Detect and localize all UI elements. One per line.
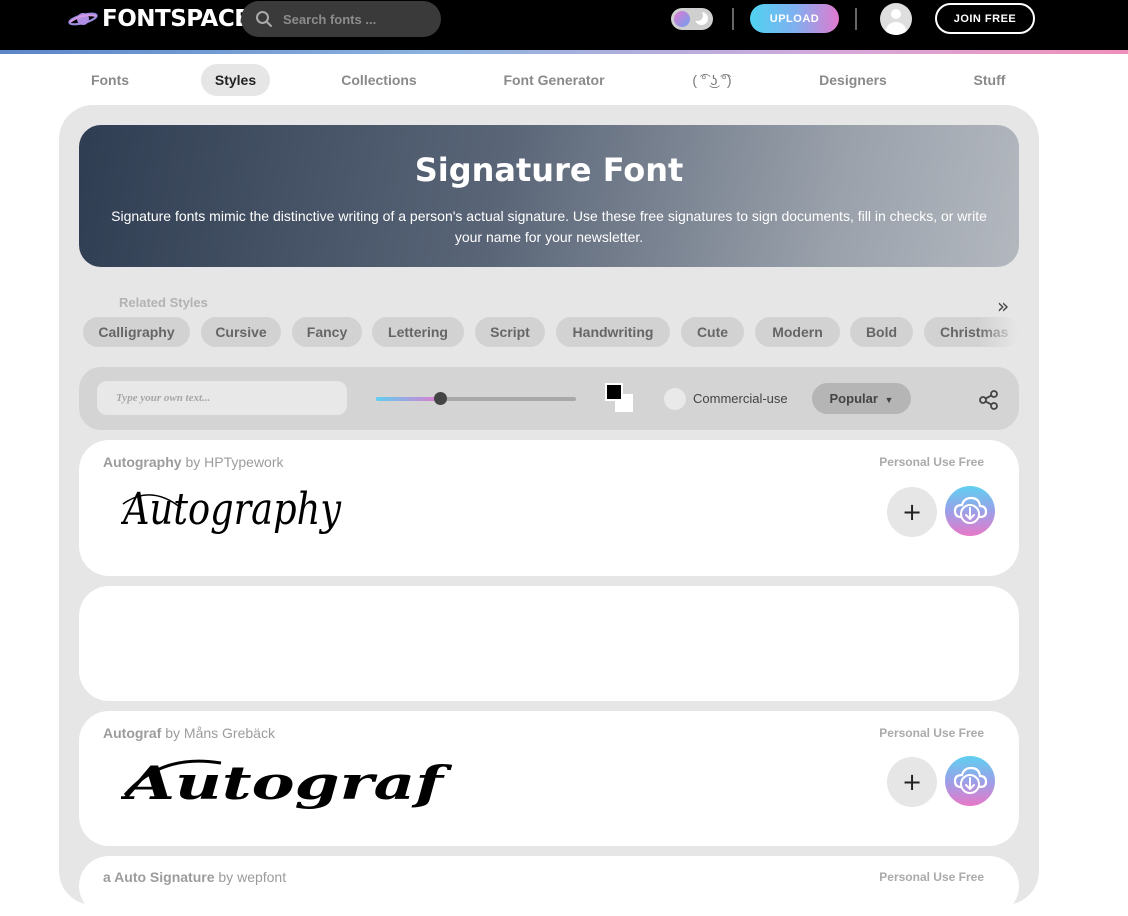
slider-fill bbox=[376, 397, 440, 401]
top-bar: FONTSPACE UPLOAD JOIN FREE bbox=[0, 0, 1128, 50]
header-divider bbox=[855, 8, 857, 30]
style-hero-banner: Signature Font Signature fonts mimic the… bbox=[79, 125, 1019, 267]
fontspace-logo[interactable]: FONTSPACE bbox=[68, 6, 250, 32]
related-chip-modern[interactable]: Modern bbox=[755, 317, 840, 347]
main-nav: Fonts Styles Collections Font Generator … bbox=[0, 64, 1128, 96]
font-card[interactable]: Autography by HPTypework Personal Use Fr… bbox=[79, 440, 1019, 576]
font-name-link[interactable]: Autograf bbox=[103, 725, 161, 741]
font-name-link[interactable]: Autography bbox=[103, 454, 182, 470]
nav-collections[interactable]: Collections bbox=[334, 64, 424, 96]
user-avatar-icon[interactable] bbox=[880, 3, 912, 35]
related-chip-handwriting[interactable]: Handwriting bbox=[556, 317, 670, 347]
header-gradient-strip bbox=[0, 50, 1128, 54]
upload-button[interactable]: UPLOAD bbox=[750, 4, 839, 33]
nav-designers[interactable]: Designers bbox=[810, 64, 896, 96]
share-icon[interactable] bbox=[978, 389, 1000, 411]
font-license: Personal Use Free bbox=[879, 870, 984, 884]
caret-down-icon: ▼ bbox=[884, 395, 894, 405]
chips-fade-overlay bbox=[978, 315, 1019, 349]
related-chip-script[interactable]: Script bbox=[475, 317, 545, 347]
font-card-title: Autograf by Måns Grebäck bbox=[103, 725, 275, 741]
commercial-use-label: Commercial-use bbox=[693, 391, 788, 406]
header-divider bbox=[732, 8, 734, 30]
page-title: Signature Font bbox=[414, 151, 684, 189]
add-to-collection-button[interactable]: + bbox=[887, 487, 937, 537]
dark-mode-toggle[interactable] bbox=[671, 8, 713, 30]
search-icon bbox=[256, 11, 272, 27]
nav-styles[interactable]: Styles bbox=[201, 64, 270, 96]
cloud-download-icon bbox=[953, 766, 988, 794]
join-free-button[interactable]: JOIN FREE bbox=[935, 3, 1035, 34]
related-styles-list: Calligraphy Cursive Fancy Lettering Scri… bbox=[83, 317, 1018, 347]
related-chip-lettering[interactable]: Lettering bbox=[372, 317, 464, 347]
related-chip-cursive[interactable]: Cursive bbox=[201, 317, 281, 347]
font-card-title: Autography by HPTypework bbox=[103, 454, 284, 470]
search-input[interactable] bbox=[283, 11, 423, 27]
font-preview[interactable]: Autograf bbox=[121, 747, 461, 817]
font-author-link[interactable]: HPTypework bbox=[204, 454, 283, 470]
related-chip-bold[interactable]: Bold bbox=[850, 317, 913, 347]
nav-lenny-face[interactable]: ( ͡° ͜ʖ ͡°) bbox=[684, 64, 740, 96]
font-license: Personal Use Free bbox=[879, 726, 984, 740]
related-chip-fancy[interactable]: Fancy bbox=[292, 317, 362, 347]
search-box[interactable] bbox=[241, 1, 441, 37]
empty-card bbox=[79, 586, 1019, 701]
font-author-link[interactable]: Måns Grebäck bbox=[184, 725, 275, 741]
download-button[interactable] bbox=[945, 486, 995, 536]
font-by: by bbox=[165, 725, 181, 741]
font-license: Personal Use Free bbox=[879, 455, 984, 469]
toggle-knob bbox=[674, 11, 690, 27]
cloud-download-icon bbox=[953, 496, 988, 524]
font-preview-text: Autography bbox=[121, 484, 342, 535]
related-styles-title: Related Styles bbox=[119, 295, 208, 310]
slider-handle[interactable] bbox=[434, 392, 447, 405]
font-size-slider[interactable] bbox=[376, 397, 576, 401]
sort-label: Popular bbox=[829, 391, 878, 406]
add-to-collection-button[interactable]: + bbox=[887, 757, 937, 807]
logo-text: FONTSPACE bbox=[102, 6, 250, 32]
font-preview[interactable]: Autography bbox=[121, 474, 361, 546]
preview-text-input[interactable] bbox=[97, 381, 347, 415]
font-card[interactable]: a Auto Signature by wepfont Personal Use… bbox=[79, 856, 1019, 916]
download-button[interactable] bbox=[945, 756, 995, 806]
moon-icon bbox=[692, 10, 708, 25]
style-description: Signature fonts mimic the distinctive wr… bbox=[111, 208, 987, 245]
planet-icon bbox=[68, 12, 98, 26]
nav-fonts[interactable]: Fonts bbox=[80, 64, 140, 96]
sort-dropdown[interactable]: Popular ▼ bbox=[812, 383, 911, 414]
font-card[interactable]: Autograf by Måns Grebäck Personal Use Fr… bbox=[79, 711, 1019, 846]
related-chip-cute[interactable]: Cute bbox=[681, 317, 744, 347]
nav-stuff[interactable]: Stuff bbox=[962, 64, 1017, 96]
text-color-swatch[interactable] bbox=[605, 383, 623, 401]
related-chip-calligraphy[interactable]: Calligraphy bbox=[83, 317, 190, 347]
nav-font-generator[interactable]: Font Generator bbox=[496, 64, 612, 96]
commercial-use-checkbox[interactable] bbox=[664, 388, 686, 410]
font-by: by bbox=[185, 454, 201, 470]
